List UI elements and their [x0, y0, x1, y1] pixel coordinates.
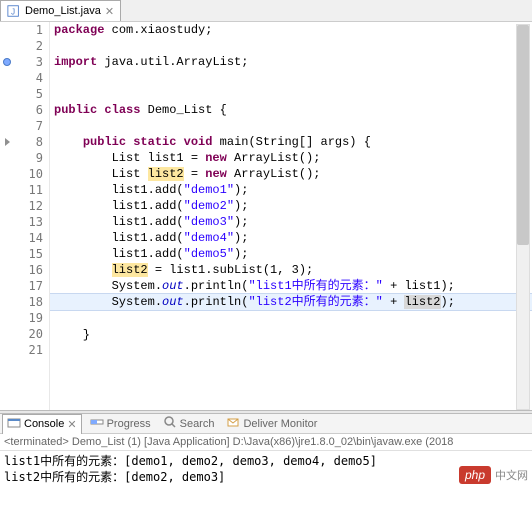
- code-line[interactable]: list1.add("demo4");: [50, 230, 532, 246]
- line-number: 11: [14, 182, 49, 198]
- code-line[interactable]: List list2 = new ArrayList();: [50, 166, 532, 182]
- line-number: 3: [14, 54, 49, 70]
- code-line[interactable]: list1.add("demo2");: [50, 198, 532, 214]
- tab-search[interactable]: Search: [159, 414, 219, 433]
- code-line[interactable]: [50, 70, 532, 86]
- gutter-marker: [0, 134, 14, 150]
- gutter-marker: [0, 150, 14, 166]
- tab-console[interactable]: Console ✕: [2, 414, 82, 434]
- line-number: 20: [14, 326, 49, 342]
- code-line[interactable]: public class Demo_List {: [50, 102, 532, 118]
- line-number: 16: [14, 262, 49, 278]
- gutter-marker: [0, 70, 14, 86]
- console-line: list1中所有的元素：[demo1, demo2, demo3, demo4,…: [4, 453, 528, 469]
- gutter-marker: [0, 278, 14, 294]
- gutter-marker: [0, 22, 14, 38]
- line-number: 12: [14, 198, 49, 214]
- code-line[interactable]: [50, 311, 532, 327]
- line-number: 10: [14, 166, 49, 182]
- gutter-marker: [0, 262, 14, 278]
- console-icon: [7, 416, 21, 433]
- code-line[interactable]: list1.add("demo3");: [50, 214, 532, 230]
- gutter-marker: [0, 246, 14, 262]
- gutter-marker: [0, 198, 14, 214]
- line-number: 2: [14, 38, 49, 54]
- deliver-icon: [226, 415, 240, 432]
- java-file-icon: J: [7, 4, 21, 18]
- code-line[interactable]: [50, 38, 532, 54]
- line-number: 15: [14, 246, 49, 262]
- gutter-marker: [0, 182, 14, 198]
- line-number: 8: [14, 134, 49, 150]
- console-output: list1中所有的元素：[demo1, demo2, demo3, demo4,…: [0, 451, 532, 487]
- console-run-header: <terminated> Demo_List (1) [Java Applica…: [0, 434, 532, 451]
- search-icon: [163, 415, 177, 432]
- code-line[interactable]: list1.add("demo1");: [50, 182, 532, 198]
- vertical-scrollbar[interactable]: [516, 24, 530, 410]
- line-number: 4: [14, 70, 49, 86]
- tab-progress[interactable]: Progress: [86, 414, 155, 433]
- code-line[interactable]: System.out.println("list2中所有的元素：" + list…: [50, 293, 532, 311]
- code-line[interactable]: import java.util.ArrayList;: [50, 54, 532, 70]
- gutter-marker: [0, 38, 14, 54]
- line-number: 7: [14, 118, 49, 134]
- code-editor[interactable]: 123456789101112131415161718192021 packag…: [0, 22, 532, 410]
- gutter-marker: [0, 54, 14, 70]
- tab-label: Search: [180, 418, 215, 430]
- gutter-marker: [0, 326, 14, 342]
- close-icon[interactable]: ✕: [105, 5, 114, 18]
- line-number: 13: [14, 214, 49, 230]
- gutter-marker: [0, 166, 14, 182]
- line-number: 6: [14, 102, 49, 118]
- code-line[interactable]: [50, 343, 532, 359]
- code-line[interactable]: }: [50, 327, 532, 343]
- code-line[interactable]: public static void main(String[] args) {: [50, 134, 532, 150]
- svg-text:J: J: [11, 8, 15, 17]
- console-tab-bar: Console ✕ Progress Search Deliver Monito…: [0, 414, 532, 434]
- marker-column: [0, 22, 14, 410]
- tab-label: Deliver Monitor: [243, 418, 317, 430]
- scrollbar-thumb[interactable]: [517, 25, 529, 245]
- code-line[interactable]: [50, 118, 532, 134]
- gutter-marker: [0, 214, 14, 230]
- line-number: 17: [14, 278, 49, 294]
- tab-title: Demo_List.java: [25, 5, 101, 17]
- line-number-gutter: 123456789101112131415161718192021: [14, 22, 50, 410]
- editor-tab-bar: J Demo_List.java ✕: [0, 0, 532, 22]
- code-line[interactable]: package com.xiaostudy;: [50, 22, 532, 38]
- line-number: 18: [14, 294, 49, 310]
- gutter-marker: [0, 86, 14, 102]
- line-number: 14: [14, 230, 49, 246]
- tab-label: Console: [24, 418, 64, 430]
- close-icon[interactable]: ✕: [67, 418, 76, 431]
- code-line[interactable]: System.out.println("list1中所有的元素：" + list…: [50, 278, 532, 294]
- code-line[interactable]: List list1 = new ArrayList();: [50, 150, 532, 166]
- gutter-marker: [0, 102, 14, 118]
- line-number: 5: [14, 86, 49, 102]
- line-number: 9: [14, 150, 49, 166]
- line-number: 21: [14, 342, 49, 358]
- line-number: 1: [14, 22, 49, 38]
- editor-tab[interactable]: J Demo_List.java ✕: [0, 0, 121, 21]
- gutter-marker: [0, 310, 14, 326]
- code-content[interactable]: package com.xiaostudy; import java.util.A…: [50, 22, 532, 410]
- gutter-marker: [0, 342, 14, 358]
- gutter-marker: [0, 294, 14, 310]
- code-line[interactable]: list1.add("demo5");: [50, 246, 532, 262]
- code-line[interactable]: list2 = list1.subList(1, 3);: [50, 262, 532, 278]
- gutter-marker: [0, 230, 14, 246]
- console-line: list2中所有的元素：[demo2, demo3]: [4, 469, 528, 485]
- code-line[interactable]: [50, 86, 532, 102]
- line-number: 19: [14, 310, 49, 326]
- gutter-marker: [0, 118, 14, 134]
- tab-deliver[interactable]: Deliver Monitor: [222, 414, 321, 433]
- tab-label: Progress: [107, 418, 151, 430]
- progress-icon: [90, 415, 104, 432]
